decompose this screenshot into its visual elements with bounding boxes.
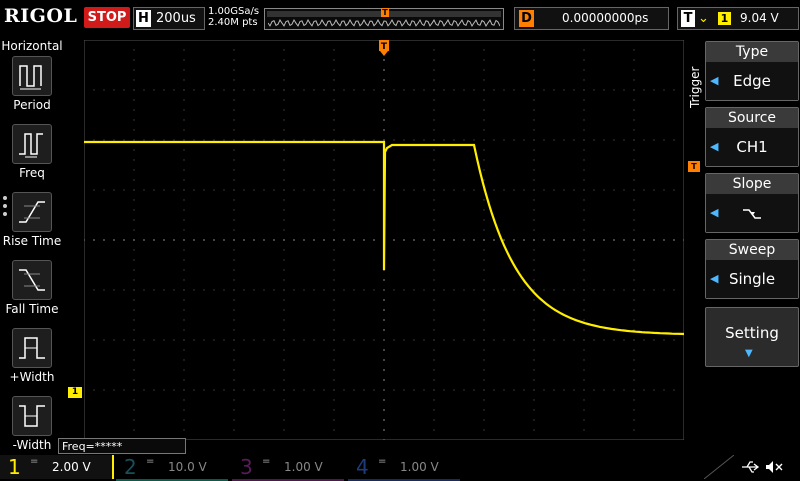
channel-number: 1: [8, 455, 21, 479]
rise-time-label: Rise Time: [2, 234, 62, 248]
falling-slope-icon: ⌄: [698, 11, 709, 26]
dc-coupling-icon: =: [262, 456, 271, 467]
top-status-bar: RIGOL STOP H 200us 1.00GSa/s 2.40M pts T…: [0, 0, 800, 34]
channel-number: 3: [240, 455, 253, 479]
trigger-type-softkey[interactable]: Type ◀ Edge: [705, 41, 799, 101]
trigger-level-marker[interactable]: T: [688, 161, 700, 172]
trigger-level-value: 9.04 V: [740, 11, 779, 25]
horizontal-delay[interactable]: D 0.00000000ps: [514, 7, 669, 30]
falling-edge-icon: [743, 208, 761, 219]
waveform-display[interactable]: T: [84, 40, 684, 440]
timebase-value: 200us: [156, 11, 196, 26]
measure-freq-button[interactable]: Freq: [0, 124, 64, 188]
slope-title: Slope: [706, 174, 798, 194]
trigger-menu-tab: Trigger: [688, 66, 702, 108]
trigger-position-marker: T: [381, 8, 389, 17]
delay-key-icon: D: [519, 10, 534, 27]
fall-time-label: Fall Time: [5, 302, 59, 316]
freq-readout: Freq=*****: [58, 438, 186, 454]
channel-3-button[interactable]: 3 = 1.00 V: [232, 455, 344, 481]
neg-width-icon: [12, 396, 52, 436]
run-stop-status[interactable]: STOP: [84, 7, 130, 28]
fall-time-icon: [12, 260, 52, 300]
trigger-source-softkey[interactable]: Source ◀ CH1: [705, 107, 799, 167]
trigger-status[interactable]: T ⌄ 1 9.04 V: [677, 7, 799, 30]
slope-value: ◀: [706, 194, 798, 232]
sweep-value: ◀ Single: [706, 260, 798, 298]
source-value: ◀ CH1: [706, 128, 798, 166]
timebase-indicator[interactable]: H 200us: [133, 7, 205, 30]
rise-time-icon: [12, 192, 52, 232]
pos-width-label: +Width: [9, 370, 55, 384]
delay-value: 0.00000000ps: [562, 11, 649, 25]
sample-rate: 1.00GSa/s: [208, 6, 260, 17]
dc-coupling-icon: =: [30, 456, 39, 467]
brand-logo: RIGOL: [4, 5, 78, 27]
measure-fall-time-button[interactable]: Fall Time: [0, 260, 64, 324]
dc-coupling-icon: =: [146, 456, 155, 467]
measure-rise-time-button[interactable]: Rise Time: [0, 192, 64, 256]
usb-icon: [742, 461, 760, 473]
left-arrow-icon: ◀: [710, 140, 719, 153]
type-value: ◀ Edge: [706, 62, 798, 100]
channel-2-button[interactable]: 2 = 10.0 V: [116, 455, 228, 481]
neg-width-label: -Width: [12, 438, 52, 452]
left-arrow-icon: ◀: [710, 206, 719, 219]
ch1-ground-marker[interactable]: 1: [68, 387, 82, 398]
channel-4-button[interactable]: 4 = 1.00 V: [348, 455, 460, 481]
channel-1-button[interactable]: 1 = 2.00 V: [0, 455, 114, 479]
channel-number: 2: [124, 455, 137, 479]
memory-wave-icon: [268, 19, 500, 27]
period-icon: [12, 56, 52, 96]
source-title: Source: [706, 108, 798, 128]
measure-period-button[interactable]: Period: [0, 56, 64, 120]
panel-corner-icon: [704, 455, 734, 479]
trigger-source-badge: 1: [718, 12, 731, 25]
setting-label: Setting: [725, 324, 779, 342]
horizontal-key-icon: H: [136, 10, 151, 27]
freq-label: Freq: [19, 166, 45, 180]
channel-bar: 1 = 2.00 V 2 = 10.0 V 3 = 1.00 V 4 = 1.0…: [0, 455, 800, 481]
freq-icon: [12, 124, 52, 164]
measurement-menu: Horizontal Period Freq Rise Time Fall Ti…: [0, 36, 64, 454]
trigger-setting-softkey[interactable]: Setting ▼: [705, 307, 799, 367]
period-label: Period: [13, 98, 51, 112]
memory-overview-bar: T: [264, 8, 504, 30]
memory-depth: 2.40M pts: [208, 17, 258, 28]
left-arrow-icon: ◀: [710, 272, 719, 285]
trigger-slope-softkey[interactable]: Slope ◀: [705, 173, 799, 233]
acquisition-info: 1.00GSa/s 2.40M pts: [208, 6, 259, 28]
measure-pos-width-button[interactable]: +Width: [0, 328, 64, 392]
channel-number: 4: [356, 455, 369, 479]
menu-title: Horizontal: [1, 39, 63, 53]
channel-scale: 2.00 V: [52, 460, 91, 474]
left-arrow-icon: ◀: [710, 74, 719, 87]
channel-scale: 1.00 V: [284, 460, 323, 474]
svg-text:T: T: [381, 42, 388, 52]
type-title: Type: [706, 42, 798, 62]
speaker-muted-icon[interactable]: [764, 459, 784, 475]
measure-neg-width-button[interactable]: -Width: [0, 396, 64, 460]
pos-width-icon: [12, 328, 52, 368]
trigger-sweep-softkey[interactable]: Sweep ◀ Single: [705, 239, 799, 299]
channel-scale: 1.00 V: [400, 460, 439, 474]
channel-scale: 10.0 V: [168, 460, 207, 474]
dc-coupling-icon: =: [378, 456, 387, 467]
trigger-key-icon: T: [681, 10, 695, 27]
sweep-title: Sweep: [706, 240, 798, 260]
down-arrow-icon: ▼: [745, 348, 753, 359]
